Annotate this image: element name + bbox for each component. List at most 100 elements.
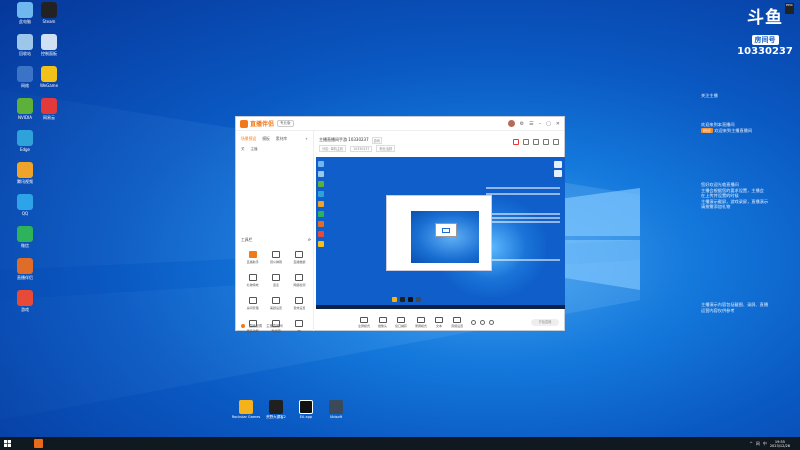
share-link-icon[interactable] [553, 139, 559, 145]
gear-icon[interactable] [489, 319, 495, 325]
wegame-icon [41, 66, 57, 82]
clock[interactable]: 19:55 2023/12/26 [770, 440, 790, 448]
gift-icon [248, 274, 257, 281]
sidebar-tabs: 场景预设 模板 素材库 + [236, 131, 313, 144]
overlay-rules: 您好欢迎光临直播间 主播会根据您的要求设置，主播会 在上传并设置的时候 主播演示… [701, 182, 769, 209]
sidebar-subrow: 关 主播 [241, 147, 258, 151]
wechat-icon [17, 226, 33, 242]
tool-item[interactable]: 音效设置 [288, 297, 311, 310]
app-logo: 直播伴侣 [240, 119, 274, 128]
desktop-icon[interactable]: Edge [11, 130, 39, 162]
video-icon [17, 162, 33, 178]
desktop-icon[interactable]: 腾讯视频 [11, 162, 39, 194]
network-check-icon [295, 274, 304, 281]
maximize-icon[interactable]: ▢ [546, 121, 551, 127]
version-tag[interactable]: 专业版 [277, 120, 294, 127]
refresh-icon[interactable]: ⟳ [308, 237, 311, 243]
danmaku-icon [271, 251, 280, 258]
steam-icon [41, 2, 57, 18]
minimize-icon[interactable]: – [539, 121, 542, 127]
desktop-icon[interactable]: EA app [295, 400, 317, 419]
status-dot-icon [241, 323, 245, 328]
desktop-icon[interactable]: 控制面板 [35, 34, 63, 66]
tool-item[interactable]: 网络检测 [288, 274, 311, 287]
tool-item[interactable]: 美颜设置 [264, 297, 287, 310]
desktop-icon[interactable]: 微信 [11, 226, 39, 258]
tool-item[interactable]: 连麦 [264, 274, 287, 287]
network-tray-icon[interactable]: 网 [756, 441, 760, 447]
desktop-icon[interactable]: WeGame [35, 66, 63, 98]
douyu-logo: 斗鱼 [747, 8, 783, 28]
tool-item[interactable]: 直播助手 [241, 251, 264, 264]
rdr2-icon [269, 400, 283, 414]
avatar[interactable] [507, 120, 515, 127]
overlay-notice: 欢迎来到本直播间 粉丝 欢迎来到主播直播间 [701, 122, 753, 133]
room-manage-icon [248, 297, 257, 304]
desktop-icon[interactable]: 网易云 [35, 98, 63, 130]
stream-preview[interactable] [316, 157, 565, 309]
screen-record-button[interactable]: 录屏模式 [415, 316, 427, 328]
stream-tag[interactable]: 游戏 [371, 136, 383, 144]
speaker-icon [453, 316, 462, 323]
fan-badge: 粉丝 [701, 127, 713, 133]
qq-icon [17, 194, 33, 210]
screenshot-icon[interactable] [533, 139, 539, 145]
app-logo-icon [240, 119, 248, 128]
tool-item[interactable]: 观众弹幕 [264, 251, 287, 264]
start-button[interactable] [0, 437, 14, 450]
desktop-game-icons: Rockstar Games 荒野大镖客2 EA app Ubisoft [232, 400, 347, 419]
video-icon[interactable] [471, 319, 477, 325]
preview-taskbar [316, 305, 565, 309]
text-button[interactable]: 文本 [435, 316, 444, 328]
mic-icon[interactable] [480, 319, 486, 325]
desktop-icon[interactable]: 游戏 [11, 290, 39, 322]
mini-controls [471, 319, 495, 325]
overlay-rules-2: 主播演示内容包括截图、录屏、直播 运营内容仅供参考 [701, 302, 769, 313]
windows-logo-icon [3, 440, 11, 447]
edge-icon [17, 130, 33, 146]
record-icon[interactable] [513, 139, 519, 145]
ea-icon [299, 400, 313, 414]
desktop-icon[interactable]: Rockstar Games [232, 400, 260, 419]
taskbar-app-live[interactable] [34, 439, 43, 448]
audio-button[interactable]: 音频设置 [451, 316, 463, 328]
douyu-overlay: 斗鱼 房间号 10330237 [736, 10, 794, 58]
ime-icon[interactable]: 中 [763, 441, 767, 447]
tab-assets[interactable]: 素材库 [276, 136, 287, 142]
window-titlebar: 直播伴侣 专业版 ⚙ ☰ – ▢ ✕ [236, 117, 564, 131]
room-id: 10330237 [737, 46, 793, 57]
tab-scenes[interactable]: 场景预设 [241, 136, 256, 142]
camera-button[interactable]: 摄像头 [378, 316, 387, 328]
tray-expand-icon[interactable]: ^ [749, 441, 752, 446]
start-live-button[interactable]: 开始直播 [531, 318, 559, 326]
pk-icon [295, 320, 304, 327]
tab-templates[interactable]: 模板 [262, 136, 270, 142]
tools-grid: 直播助手 观众弹幕 直播数据 礼物特效 连麦 网络检测 房间管理 美颜设置 音效… [241, 251, 311, 333]
share-icon[interactable] [523, 139, 529, 145]
tool-item[interactable]: 房间管理 [241, 297, 264, 310]
desktop-icon[interactable]: Steam [35, 2, 63, 34]
settings-icon[interactable]: ⚙ [520, 121, 524, 127]
stream-title[interactable]: 主播直播间手游 10330237 [319, 137, 369, 143]
overlay-follow: 关注主播 [701, 93, 718, 98]
stream-meta: 分区: 单机主机 10330237 粉丝活跃 [316, 145, 565, 152]
tool-item[interactable]: 礼物特效 [241, 274, 264, 287]
window-capture-icon [397, 316, 406, 323]
desktop-icon[interactable]: Ubisoft [325, 400, 347, 419]
add-icon[interactable]: + [305, 136, 308, 142]
tool-item[interactable]: 直播数据 [288, 251, 311, 264]
live-icon [17, 258, 33, 274]
fullscreen-button[interactable]: 全屏模式 [358, 316, 370, 328]
sidebar: 场景预设 模板 素材库 + 关 主播 工具栏 ⟳ 直播助手 观众弹幕 直播数据 … [236, 131, 314, 333]
rockstar-icon [239, 400, 253, 414]
desktop-icon[interactable]: QQ [11, 194, 39, 226]
close-icon[interactable]: ✕ [556, 121, 560, 127]
streaming-app-window: 直播伴侣 专业版 ⚙ ☰ – ▢ ✕ 场景预设 模板 素材库 + 关 主播 工具… [235, 116, 565, 333]
window-capture-button[interactable]: 窗口捕获 [395, 316, 407, 328]
camera-icon [378, 316, 387, 323]
chart-icon[interactable] [543, 139, 549, 145]
desktop-icon[interactable]: 荒野大镖客2 [265, 400, 287, 419]
desktop-icon[interactable]: 直播伴侣 [11, 258, 39, 290]
tool-item[interactable]: PK [288, 320, 311, 333]
menu-icon[interactable]: ☰ [529, 121, 533, 127]
